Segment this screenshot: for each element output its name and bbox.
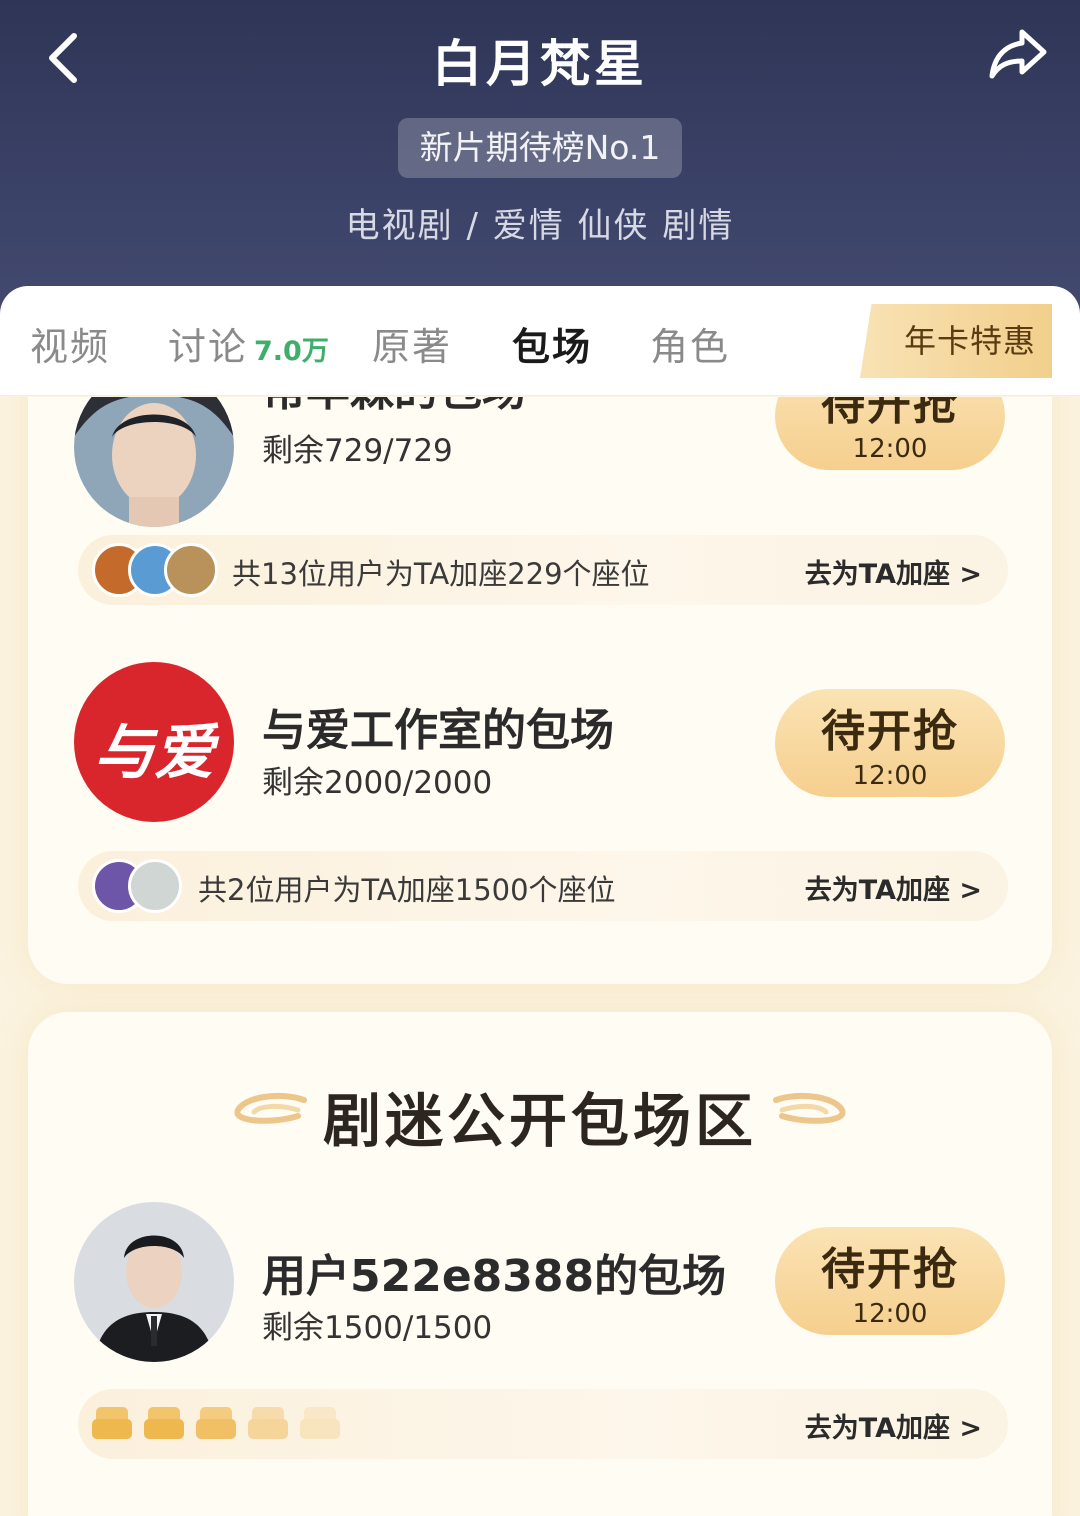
screening-row[interactable]: 与爱 与爱工作室的包场 剩余2000/2000 待开抢 12:00 [28,662,1052,832]
grab-button[interactable]: 待开抢 12:00 [775,1227,1005,1335]
page-title: 白月梵星 [432,35,648,93]
tab-label: 讨论 [168,325,249,369]
screening-row[interactable]: 常华森的包场 剩余729/729 待开抢 12:00 [28,397,1052,532]
genre-text: 电视剧 / 爱情 仙侠 剧情 [345,206,735,246]
tab-label: 原著 [372,325,453,369]
studio-logo[interactable]: 与爱 [74,662,234,822]
remaining-seats: 剩余2000/2000 [262,765,493,801]
seat-icon [92,1407,132,1439]
add-seat-link[interactable]: 去为TA加座 > [805,1406,982,1445]
seat-icon [248,1407,288,1439]
section-title: 剧迷公开包场区 [322,1087,757,1155]
tab-screening[interactable]: 包场 [512,316,592,371]
tab-label: 视频 [30,325,111,369]
avatar[interactable] [74,1202,234,1362]
swirl-right-icon [773,1092,846,1124]
content-area: 常华森的包场 剩余729/729 待开抢 12:00 共13位用户为TA加座22… [0,397,1080,1516]
public-screening-card: 剧迷公开包场区 用户522e8388的包场 剩余1500/1500 待开抢 12… [28,1012,1052,1516]
seat-icon [300,1407,340,1439]
seat-icon [196,1407,236,1439]
grab-button[interactable]: 待开抢 12:00 [775,689,1005,797]
tab-label: 角色 [650,325,731,369]
screening-title: 常华森的包场 [262,397,526,418]
grab-time: 12:00 [852,761,928,791]
add-seat-link[interactable]: 去为TA加座 > [805,552,982,591]
screening-title: 用户522e8388的包场 [262,1251,727,1302]
tab-discussion[interactable]: 讨论 7.0万 [168,316,329,371]
tab-original[interactable]: 原著 [372,316,452,371]
tab-bar: 视频 讨论 7.0万 原著 包场 角色 年卡特惠 [0,286,1080,396]
annual-card-promo[interactable]: 年卡特惠 [860,304,1052,378]
avatar[interactable] [74,397,234,527]
grab-time: 12:00 [852,1299,928,1329]
remaining-seats: 剩余1500/1500 [262,1310,493,1346]
seat-bar[interactable]: 共13位用户为TA加座229个座位 去为TA加座 > [78,535,1008,605]
screening-title: 与爱工作室的包场 [262,705,614,756]
seat-summary: 共2位用户为TA加座1500个座位 [198,873,616,907]
grab-label: 待开抢 [821,397,959,430]
grab-label: 待开抢 [821,1244,959,1295]
screening-row[interactable]: 用户522e8388的包场 剩余1500/1500 待开抢 12:00 [28,1202,1052,1372]
share-icon[interactable] [986,22,1050,86]
rank-badge[interactable]: 新片期待榜No.1 [398,118,682,178]
grab-button[interactable]: 待开抢 12:00 [775,397,1005,470]
grab-label: 待开抢 [821,706,959,757]
seat-icon [144,1407,184,1439]
tab-roles[interactable]: 角色 [650,316,730,371]
tab-label: 包场 [512,325,593,369]
grab-time: 12:00 [852,434,928,464]
tab-video[interactable]: 视频 [30,316,110,371]
seat-summary: 共13位用户为TA加座229个座位 [232,557,650,591]
add-seat-link[interactable]: 去为TA加座 > [805,868,982,907]
seat-bar[interactable]: 去为TA加座 > [78,1389,1008,1459]
studio-logo-text: 与爱 [94,718,214,788]
header: 白月梵星 新片期待榜No.1 电视剧 / 爱情 仙侠 剧情 [0,0,1080,320]
private-screening-card: 常华森的包场 剩余729/729 待开抢 12:00 共13位用户为TA加座22… [28,397,1052,984]
supporter-avatar [128,859,182,913]
seat-bar[interactable]: 共2位用户为TA加座1500个座位 去为TA加座 > [78,851,1008,921]
discussion-count: 7.0万 [254,336,329,367]
supporter-avatar [164,543,218,597]
remaining-seats: 剩余729/729 [262,433,453,469]
